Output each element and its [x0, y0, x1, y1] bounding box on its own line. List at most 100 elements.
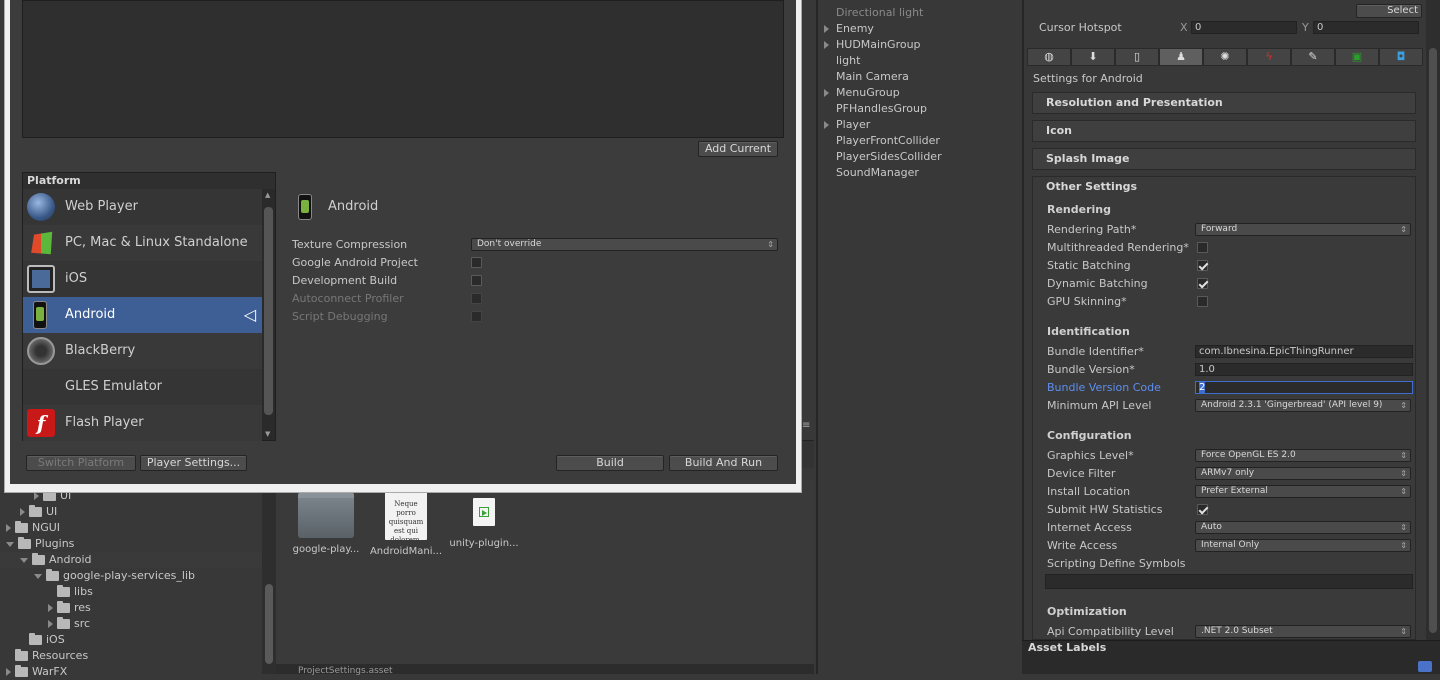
expand-right-icon[interactable] — [20, 508, 25, 516]
submit-hw-statistics-checkbox[interactable] — [1197, 504, 1208, 515]
expand-right-icon[interactable] — [6, 524, 11, 532]
project-tree-item[interactable]: Android — [0, 552, 262, 568]
platform-item-web-player[interactable]: Web Player — [23, 189, 262, 225]
development-build-checkbox[interactable] — [471, 275, 482, 286]
hierarchy-item-label: PlayerFrontCollider — [836, 134, 940, 147]
project-tree-item[interactable]: Resources — [0, 648, 262, 664]
bundle-version-code-field[interactable]: 2 — [1195, 381, 1413, 394]
platform-tab-wrench[interactable]: ✎ — [1291, 48, 1335, 66]
scenes-in-build-list[interactable] — [22, 0, 784, 138]
scripting-define-symbols-field[interactable] — [1045, 574, 1413, 589]
hierarchy-item[interactable]: Main Camera — [836, 69, 909, 85]
platform-tab-download[interactable]: ⬇ — [1071, 48, 1115, 66]
hierarchy-item[interactable]: PFHandlesGroup — [836, 101, 927, 117]
project-tree-item[interactable]: iOS — [0, 632, 262, 648]
project-tree-item[interactable]: UI — [0, 504, 262, 520]
section-splash-image[interactable]: Splash Image — [1032, 148, 1416, 170]
dynamic-batching-checkbox[interactable] — [1197, 278, 1208, 289]
texture-compression-dropdown[interactable]: Don't override — [471, 238, 778, 251]
hierarchy-item[interactable]: light — [836, 53, 860, 69]
hierarchy-item[interactable]: PlayerFrontCollider — [836, 133, 940, 149]
hierarchy-item-label: light — [836, 54, 861, 67]
build-and-run-button[interactable]: Build And Run — [669, 455, 778, 471]
minimum-api-level-dropdown[interactable]: Android 2.3.1 'Gingerbread' (API level 9… — [1195, 399, 1411, 412]
project-tree-item[interactable]: src — [0, 616, 262, 632]
expand-right-icon[interactable] — [48, 620, 53, 628]
switch-platform-button[interactable]: Switch Platform — [26, 455, 136, 471]
install-location-dropdown[interactable]: Prefer External — [1195, 485, 1411, 498]
hierarchy-item[interactable]: Enemy — [824, 21, 874, 37]
bundle-version-field[interactable]: 1.0 — [1195, 363, 1413, 376]
label-tag-icon[interactable] — [1418, 661, 1432, 672]
expand-down-icon[interactable] — [6, 541, 14, 547]
platform-item-flash-player[interactable]: f Flash Player — [23, 405, 262, 441]
platform-list-scrollbar[interactable]: ▲ ▼ — [262, 189, 276, 441]
project-tree-item[interactable]: google-play-services_lib — [0, 568, 262, 584]
expand-right-icon[interactable] — [6, 668, 11, 676]
scrollbar-thumb[interactable] — [1429, 48, 1437, 633]
google-android-project-checkbox[interactable] — [471, 257, 482, 268]
project-tree-item[interactable]: WarFX — [0, 664, 262, 680]
graphics-level-dropdown[interactable]: Force OpenGL ES 2.0 — [1195, 449, 1411, 462]
rendering-path-dropdown[interactable]: Forward — [1195, 223, 1411, 236]
write-access-dropdown[interactable]: Internal Only — [1195, 539, 1411, 552]
hotspot-y-field[interactable]: 0 — [1313, 21, 1419, 34]
bundle-identifier-field[interactable]: com.Ibnesina.EpicThingRunner — [1195, 345, 1413, 358]
project-tree-item[interactable]: res — [0, 600, 262, 616]
expand-right-icon[interactable] — [34, 492, 39, 500]
platform-item-android[interactable]: Android ◁ — [23, 297, 262, 333]
build-button[interactable]: Build — [556, 455, 664, 471]
expand-down-icon[interactable] — [20, 557, 28, 563]
expand-right-icon[interactable] — [824, 25, 829, 33]
hierarchy-item[interactable]: PlayerSidesCollider — [836, 149, 942, 165]
hierarchy-item[interactable]: Directional light — [836, 5, 923, 21]
script-debugging-checkbox[interactable] — [471, 311, 482, 322]
section-icon[interactable]: Icon — [1032, 120, 1416, 142]
expand-right-icon[interactable] — [824, 41, 829, 49]
internet-access-dropdown[interactable]: Auto — [1195, 521, 1411, 534]
platform-tab-globe[interactable]: ◍ — [1027, 48, 1071, 66]
expand-right-icon[interactable] — [824, 121, 829, 129]
scrollbar-thumb[interactable] — [265, 584, 273, 664]
project-tree-item[interactable]: NGUI — [0, 520, 262, 536]
hierarchy-item[interactable]: SoundManager — [836, 165, 919, 181]
asset-item-plugin[interactable]: unity-plugin... — [444, 492, 524, 549]
static-batching-checkbox[interactable] — [1197, 260, 1208, 271]
autoconnect-profiler-checkbox[interactable] — [471, 293, 482, 304]
platform-tab-windows-store[interactable]: ◘ — [1379, 48, 1423, 66]
platform-tab-flash[interactable]: ϟ — [1247, 48, 1291, 66]
asset-item-folder[interactable]: google-play... — [286, 492, 366, 555]
platform-item-blackberry[interactable]: BlackBerry — [23, 333, 262, 369]
platform-item-ios[interactable]: iOS — [23, 261, 262, 297]
api-compatibility-level-dropdown[interactable]: .NET 2.0 Subset — [1195, 625, 1411, 638]
expand-right-icon[interactable] — [824, 89, 829, 97]
asset-item-manifest[interactable]: Neque porro quisquam est qui dolorem. An… — [366, 492, 446, 557]
hierarchy-item[interactable]: MenuGroup — [824, 85, 900, 101]
scroll-down-icon[interactable]: ▼ — [265, 430, 270, 438]
platform-tab-xbox[interactable]: ▣ — [1335, 48, 1379, 66]
platform-item-gles-emulator[interactable]: GLES Emulator — [23, 369, 262, 405]
add-current-button[interactable]: Add Current — [698, 141, 778, 157]
scroll-up-icon[interactable]: ▲ — [265, 191, 270, 199]
platform-tab-blackberry[interactable]: ✺ — [1203, 48, 1247, 66]
hotspot-x-field[interactable]: 0 — [1191, 21, 1297, 34]
player-settings-button[interactable]: Player Settings... — [140, 455, 247, 471]
splitter-handle-icon[interactable]: ≡ — [802, 420, 814, 436]
hierarchy-item[interactable]: Player — [824, 117, 870, 133]
platform-tab-phone[interactable]: ▯ — [1115, 48, 1159, 66]
expand-right-icon[interactable] — [48, 604, 53, 612]
inspector-scrollbar[interactable] — [1426, 0, 1440, 640]
select-button[interactable]: Select — [1356, 4, 1422, 18]
project-tree-item[interactable]: libs — [0, 584, 262, 600]
section-resolution-presentation[interactable]: Resolution and Presentation — [1032, 92, 1416, 114]
expand-down-icon[interactable] — [34, 573, 42, 579]
gpu-skinning-checkbox[interactable] — [1197, 296, 1208, 307]
scrollbar-thumb[interactable] — [264, 207, 273, 415]
device-filter-dropdown[interactable]: ARMv7 only — [1195, 467, 1411, 480]
multithreaded-rendering-checkbox[interactable] — [1197, 242, 1208, 253]
platform-item-standalone[interactable]: PC, Mac & Linux Standalone — [23, 225, 262, 261]
project-tree-scrollbar[interactable] — [262, 480, 276, 674]
hierarchy-item[interactable]: HUDMainGroup — [824, 37, 921, 53]
platform-tab-android[interactable]: ♟ — [1159, 48, 1203, 66]
project-tree-item[interactable]: Plugins — [0, 536, 262, 552]
